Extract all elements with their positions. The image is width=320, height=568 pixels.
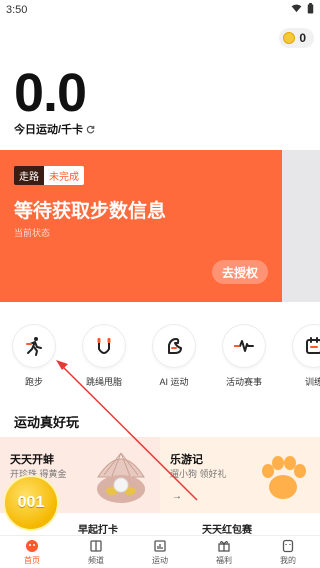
shortcut-ai-sport[interactable]: AI 运动 — [144, 325, 204, 388]
coin-count: 0 — [299, 31, 306, 45]
shortcut-jumprope-circle — [83, 325, 125, 367]
wifi-icon — [291, 4, 302, 13]
status-tag: 未完成 — [44, 166, 84, 185]
calendar-icon — [306, 337, 320, 354]
card-right-subtitle: 遛小狗 领好礼 — [170, 469, 227, 479]
shortcut-training[interactable]: 训练 — [284, 325, 320, 388]
card-right-arrow-icon: → — [172, 491, 182, 502]
gift-icon — [218, 541, 230, 552]
activity-early-checkin[interactable]: 早起打卡 — [78, 521, 118, 536]
card-left-title: 天天开蚌 — [10, 454, 54, 466]
tab-sport[interactable]: 运动 — [128, 536, 192, 568]
paw-icon — [262, 456, 306, 499]
shortcut-events[interactable]: 活动赛事 — [214, 325, 274, 388]
walk-tag: 走路 — [14, 166, 44, 185]
channel-icon — [90, 540, 102, 552]
floating-coin-button[interactable]: 001 — [3, 475, 59, 531]
calorie-label: 今日运动/千卡 — [14, 124, 84, 136]
shortcut-training-label: 训练 — [304, 377, 320, 387]
chart-icon — [154, 540, 166, 552]
jump-rope-icon — [97, 338, 111, 354]
running-icon — [26, 337, 42, 356]
home-icon — [26, 540, 38, 552]
shortcut-ai-sport-label: AI 运动 — [159, 377, 189, 387]
shortcut-ai-sport-circle — [153, 325, 195, 367]
section-title: 运动真好玩 — [14, 415, 80, 430]
muscle-icon — [168, 338, 182, 354]
tab-home-label: 首页 — [24, 556, 40, 565]
tab-sport-label: 运动 — [152, 556, 168, 565]
coin-balance[interactable]: 0 — [279, 28, 314, 48]
tab-mine[interactable]: 我的 — [256, 536, 320, 568]
activity-red-packet[interactable]: 天天红包赛 — [202, 521, 252, 536]
status-time: 3:50 — [6, 4, 28, 16]
shortcut-jumprope-label: 跳绳甩脂 — [85, 377, 122, 387]
status-bar: 3:50 — [0, 0, 320, 20]
tab-welfare[interactable]: 福利 — [192, 536, 256, 568]
battery-icon — [307, 3, 314, 14]
refresh-icon[interactable] — [86, 125, 95, 134]
shortcut-running-label: 跑步 — [24, 377, 43, 387]
game-card-travel[interactable]: 乐游记 遛小狗 领好礼 → — [160, 437, 320, 513]
shortcut-running-circle — [13, 325, 55, 367]
tab-home[interactable]: 首页 — [0, 536, 64, 568]
shortcut-training-circle — [293, 325, 320, 367]
shortcut-events-circle — [223, 325, 265, 367]
profile-icon — [282, 539, 294, 553]
hero-title: 等待获取步数信息 — [14, 201, 167, 222]
tab-mine-label: 我的 — [280, 556, 296, 565]
tab-welfare-label: 福利 — [216, 556, 232, 565]
tab-channel-label: 频道 — [88, 556, 104, 565]
shortcut-events-label: 活动赛事 — [225, 377, 262, 387]
shortcut-running[interactable]: 跑步 — [4, 325, 64, 388]
hero-subtitle: 当前状态 — [14, 228, 51, 238]
step-status-card[interactable]: 走路 未完成 等待获取步数信息 当前状态 去授权 — [0, 150, 282, 302]
status-icons — [291, 3, 314, 14]
coin-icon — [283, 32, 296, 44]
shortcut-jumprope[interactable]: 跳绳甩脂 — [74, 325, 134, 388]
calorie-value: 0.0 — [14, 63, 87, 123]
card-right-title: 乐游记 — [170, 454, 203, 466]
tab-channel[interactable]: 频道 — [64, 536, 128, 568]
hero-tags: 走路 未完成 — [14, 166, 84, 185]
calorie-label-row: 今日运动/千卡 — [14, 121, 95, 137]
next-card-peek[interactable] — [282, 150, 320, 302]
shortcut-row: 跑步 跳绳甩脂 AI 运动 活动赛事 训练 — [0, 325, 320, 395]
clam-pearl-icon — [97, 452, 145, 503]
authorize-button[interactable]: 去授权 — [212, 260, 268, 284]
bottom-tab-bar: 首页 频道 运动 福利 我的 — [0, 535, 320, 568]
pulse-icon — [234, 340, 254, 352]
